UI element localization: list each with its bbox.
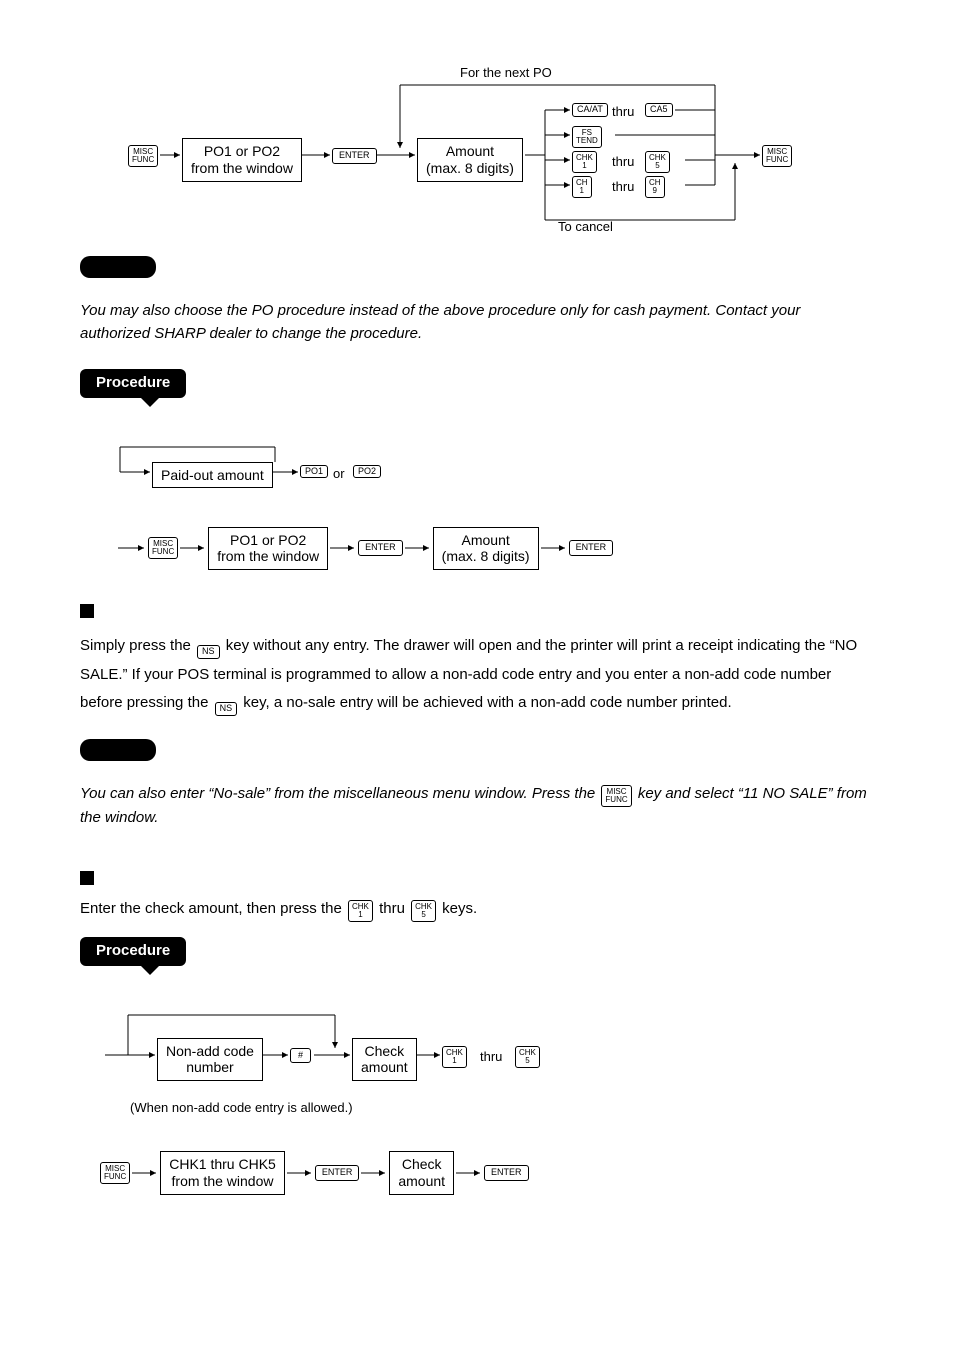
nonadd-box: Non-add code number [157, 1038, 263, 1082]
po2-key: PO2 [353, 465, 381, 479]
chk1-key-2: CHK 1 [442, 1046, 467, 1068]
misc-func-key-4: MISC FUNC [100, 1162, 130, 1184]
diagram-po-flow: For the next PO To cancel MISC FUNC PO1 … [80, 60, 874, 250]
note2-a: You can also enter “No-sale” from the mi… [80, 785, 599, 802]
nosale-text-3: key, a no-sale entry will be achieved wi… [243, 694, 731, 711]
thru-4: thru [480, 1048, 502, 1066]
thru-2: thru [612, 153, 634, 171]
procedure-heading-2: Procedure [80, 937, 874, 974]
ch1-key: CH 1 [572, 176, 592, 198]
proc2-row1: Non-add code number # Check amount CHK 1… [80, 1000, 874, 1095]
note-text-2: You can also enter “No-sale” from the mi… [80, 783, 874, 830]
check-intro-b: keys. [442, 900, 477, 917]
chk1-key-inline: CHK 1 [348, 900, 373, 922]
amount-box: Amount (max. 8 digits) [417, 138, 523, 182]
po-window-box-2: PO1 or PO2 from the window [208, 527, 328, 571]
po1-key: PO1 [300, 465, 328, 479]
procedure-label: Procedure [80, 369, 186, 397]
for-next-po-label: For the next PO [460, 64, 552, 82]
note-badge-1 [80, 256, 156, 278]
note-badge-2 [80, 739, 156, 761]
proc1-row2: MISC FUNC PO1 or PO2 from the window ENT… [118, 527, 874, 571]
misc-func-key: MISC FUNC [128, 145, 158, 167]
ca5-key: CA5 [645, 103, 673, 117]
enter-key-2: ENTER [358, 540, 403, 556]
nosale-paragraph: Simply press the NS key without any entr… [80, 632, 874, 718]
or-label: or [333, 465, 345, 483]
check-intro-a: Enter the check amount, then press the [80, 900, 346, 917]
ns-key-2: NS [215, 702, 238, 716]
proc2-row2: MISC FUNC CHK1 thru CHK5 from the window… [100, 1151, 874, 1195]
check-amount-box-2: Check amount [389, 1151, 454, 1195]
chk5-key: CHK 5 [645, 151, 670, 173]
section-marker-check [80, 871, 94, 885]
check-amount-box: Check amount [352, 1038, 417, 1082]
misc-func-key-inline: MISC FUNC [601, 785, 631, 807]
enter-key-4: ENTER [315, 1165, 360, 1181]
chk1-key: CHK 1 [572, 151, 597, 173]
check-intro: Enter the check amount, then press the C… [80, 899, 874, 922]
section-marker-nosale [80, 604, 94, 618]
misc-func-key-3: MISC FUNC [148, 537, 178, 559]
enter-key-3: ENTER [569, 540, 614, 556]
hash-key: # [290, 1048, 311, 1064]
procedure-label-2: Procedure [80, 937, 186, 965]
enter-key: ENTER [332, 148, 377, 164]
chk5-key-inline: CHK 5 [411, 900, 436, 922]
enter-key-5: ENTER [484, 1165, 529, 1181]
note-text-1: You may also choose the PO procedure ins… [80, 300, 874, 345]
misc-func-key-2: MISC FUNC [762, 145, 792, 167]
po-window-box: PO1 or PO2 from the window [182, 138, 302, 182]
chk5-key-2: CHK 5 [515, 1046, 540, 1068]
procedure-heading-1: Procedure [80, 369, 874, 406]
ns-key: NS [197, 645, 220, 659]
caat-key: CA/AT [572, 103, 608, 117]
ch9-key: CH 9 [645, 176, 665, 198]
chk-window-box: CHK1 thru CHK5 from the window [160, 1151, 285, 1195]
nosale-text-1: Simply press the [80, 637, 195, 654]
amount-box-2: Amount (max. 8 digits) [433, 527, 539, 571]
check-thru: thru [379, 900, 405, 917]
proc1-row1: Paid-out amount PO1 or PO2 [80, 437, 874, 507]
paid-out-box: Paid-out amount [152, 462, 273, 489]
thru-1: thru [612, 103, 634, 121]
to-cancel-label: To cancel [558, 218, 613, 236]
fstend-key: FS TEND [572, 126, 602, 148]
nonadd-caption: (When non-add code entry is allowed.) [130, 1099, 874, 1117]
thru-3: thru [612, 178, 634, 196]
